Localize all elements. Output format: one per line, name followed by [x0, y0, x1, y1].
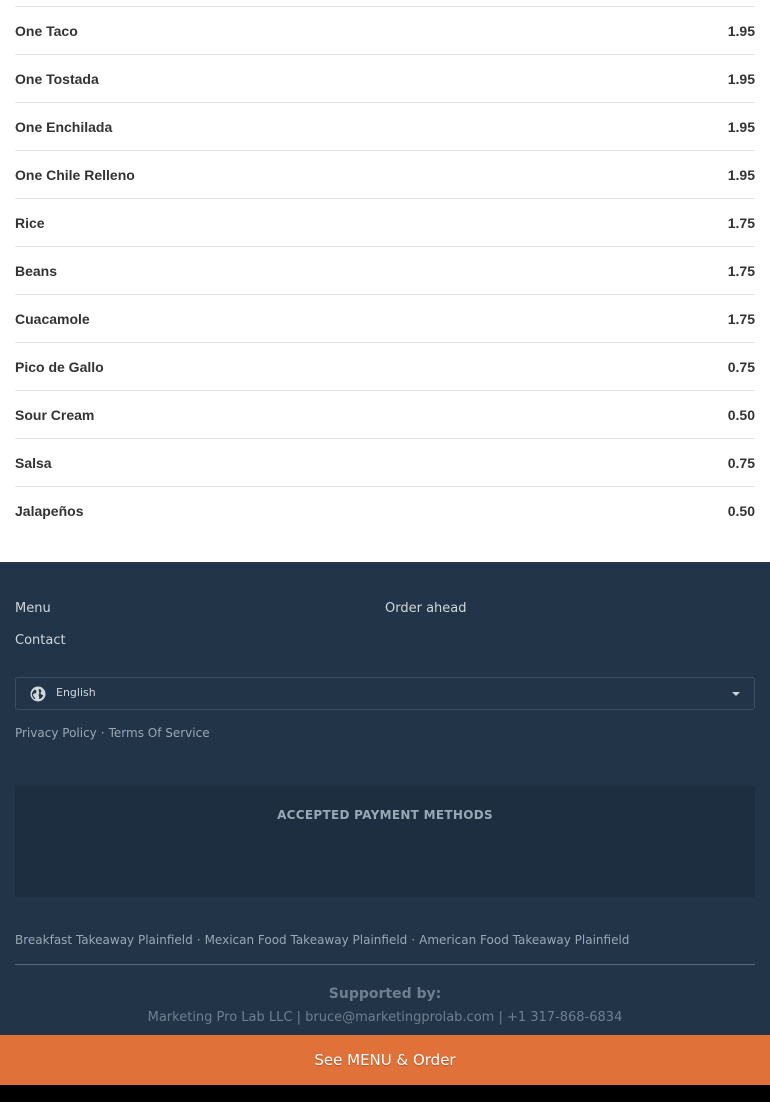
- chevron-down-icon: [732, 692, 740, 696]
- item-name: Jalapeños: [15, 503, 84, 519]
- item-name: Rice: [15, 214, 45, 231]
- item-price: 1.75: [727, 214, 755, 231]
- globe-icon: [30, 686, 46, 702]
- item-price: 1.95: [727, 166, 755, 183]
- footer-link-contact[interactable]: Contact: [15, 633, 66, 648]
- separator: ·: [411, 933, 416, 947]
- menu-item[interactable]: Beans 1.75: [15, 247, 755, 295]
- item-price: 0.75: [727, 358, 755, 375]
- payment-methods-title: ACCEPTED PAYMENT METHODS: [277, 808, 493, 822]
- item-name: One Tostada: [15, 70, 99, 87]
- cta-label: See MENU & Order: [314, 1051, 456, 1069]
- language-label: English: [56, 686, 96, 699]
- menu-item[interactable]: One Chile Relleno 1.95: [15, 151, 755, 199]
- category-link[interactable]: American Food Takeaway Plainfield: [419, 933, 629, 947]
- menu-item[interactable]: Pico de Gallo 0.75: [15, 343, 755, 391]
- menu-item[interactable]: One Enchilada 1.95: [15, 103, 755, 151]
- item-price: 1.75: [727, 262, 755, 279]
- menu-item[interactable]: Jalapeños 0.50: [15, 487, 755, 535]
- item-name: Sour Cream: [15, 406, 95, 423]
- divider: [15, 964, 755, 965]
- footer-link-menu[interactable]: Menu: [15, 601, 51, 616]
- item-name: Beans: [15, 262, 58, 279]
- category-link[interactable]: Breakfast Takeaway Plainfield: [15, 933, 193, 947]
- menu-item[interactable]: Cuacamole 1.75: [15, 295, 755, 343]
- item-price: 1.95: [727, 118, 755, 135]
- item-name: Salsa: [15, 454, 52, 471]
- bottom-bar: [0, 1085, 770, 1102]
- menu-item[interactable]: Sour Cream 0.50: [15, 391, 755, 439]
- see-menu-order-button[interactable]: See MENU & Order: [0, 1035, 770, 1085]
- supported-by-title: Supported by:: [328, 986, 442, 1002]
- item-price: 1.95: [727, 22, 755, 39]
- item-name: One Taco: [15, 22, 78, 39]
- item-price: 0.75: [727, 454, 755, 471]
- payment-methods-panel: ACCEPTED PAYMENT METHODS: [15, 786, 755, 897]
- supported-by-details: Marketing Pro Lab LLC | bruce@marketingp…: [147, 1010, 623, 1025]
- item-name: One Chile Relleno: [15, 166, 135, 183]
- privacy-policy-link[interactable]: Privacy Policy: [15, 726, 97, 740]
- menu-list: One Taco 1.95 One Tostada 1.95 One Enchi…: [0, 0, 770, 562]
- menu-item[interactable]: Rice 1.75: [15, 199, 755, 247]
- item-price: 1.75: [727, 310, 755, 327]
- terms-of-service-link[interactable]: Terms Of Service: [109, 726, 210, 740]
- separator: ·: [196, 933, 201, 947]
- menu-item[interactable]: Salsa 0.75: [15, 439, 755, 487]
- menu-item[interactable]: One Taco 1.95: [15, 7, 755, 55]
- category-link[interactable]: Mexican Food Takeaway Plainfield: [205, 933, 408, 947]
- category-links: Breakfast Takeaway Plainfield · Mexican Fo…: [15, 933, 629, 947]
- item-price: 0.50: [727, 503, 755, 519]
- separator: ·: [100, 726, 105, 740]
- item-price: 1.95: [727, 70, 755, 87]
- menu-item[interactable]: One Tostada 1.95: [15, 55, 755, 103]
- item-name: Pico de Gallo: [15, 358, 104, 375]
- footer-link-order-ahead[interactable]: Order ahead: [385, 601, 467, 616]
- legal-links: Privacy Policy · Terms Of Service: [15, 726, 210, 740]
- item-name: One Enchilada: [15, 118, 113, 135]
- item-price: 0.50: [727, 406, 755, 423]
- footer: Menu Order ahead Contact English Privacy…: [0, 562, 770, 1102]
- language-select[interactable]: English: [15, 677, 755, 710]
- item-name: Cuacamole: [15, 310, 90, 327]
